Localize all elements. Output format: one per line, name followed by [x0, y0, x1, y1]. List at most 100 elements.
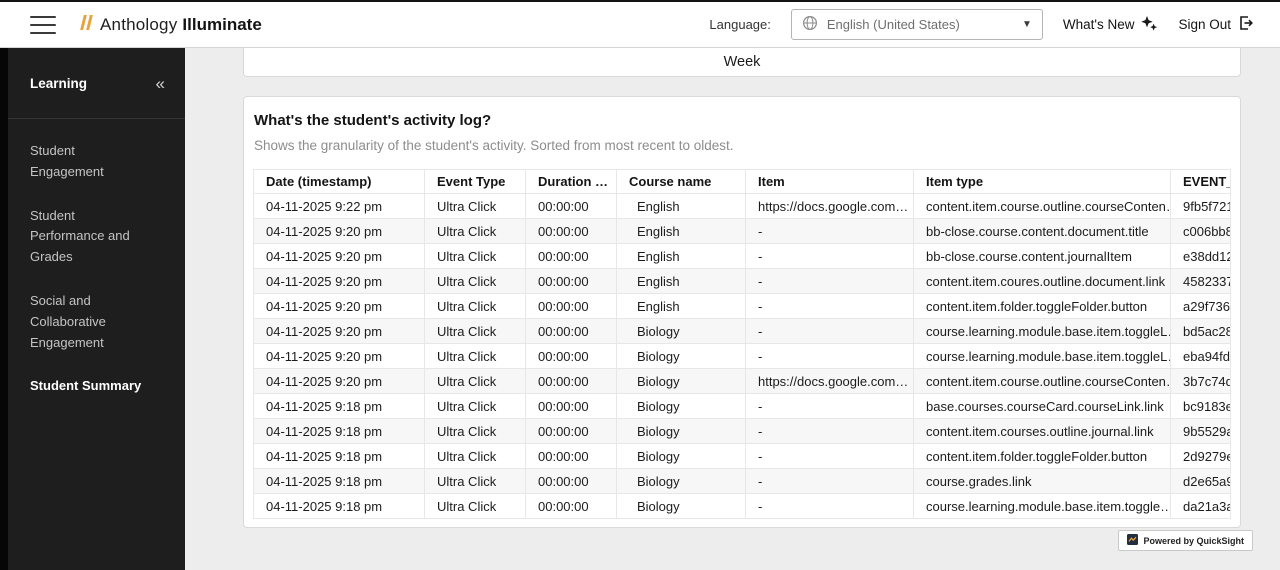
column-header[interactable]: Date (timestamp)	[254, 170, 425, 194]
table-cell: English	[617, 269, 746, 294]
table-cell: bb-close.course.content.document.title	[914, 219, 1171, 244]
quicksight-logo-icon	[1127, 534, 1138, 547]
table-cell: -	[746, 469, 914, 494]
activity-table-wrap[interactable]: Date (timestamp)Event TypeDuration …Cour…	[253, 169, 1231, 519]
top-bar: Anthology Illuminate Language: English (…	[0, 0, 1280, 48]
column-header[interactable]: Item type	[914, 170, 1171, 194]
sidebar-title: Learning	[30, 76, 87, 91]
card-subtitle: Shows the granularity of the student's a…	[254, 138, 1231, 153]
table-cell: Ultra Click	[425, 394, 526, 419]
table-cell: 00:00:00	[526, 294, 617, 319]
brand-name-anthology: Anthology	[100, 15, 177, 35]
table-cell: 00:00:00	[526, 369, 617, 394]
table-cell: c006bb88	[1171, 219, 1231, 244]
topbar-actions: Language: English (United States) ▼ What…	[709, 9, 1254, 40]
sidebar-item-student-performance-and-grades[interactable]: Student Performance and Grades	[8, 206, 173, 268]
table-cell: 04-11-2025 9:20 pm	[254, 244, 425, 269]
sidebar-item-social-and-collaborative-engagement[interactable]: Social and Collaborative Engagement	[8, 291, 173, 353]
column-header[interactable]: Course name	[617, 170, 746, 194]
column-header[interactable]: Event Type	[425, 170, 526, 194]
whats-new-label: What's New	[1063, 17, 1135, 32]
table-row: 04-11-2025 9:18 pmUltra Click00:00:00Bio…	[254, 419, 1231, 444]
language-label: Language:	[709, 17, 770, 32]
table-cell: bc9183e5	[1171, 394, 1231, 419]
sign-out-button[interactable]: Sign Out	[1178, 15, 1254, 34]
week-axis-label: Week	[724, 54, 761, 70]
table-cell: Biology	[617, 469, 746, 494]
table-row: 04-11-2025 9:20 pmUltra Click00:00:00Bio…	[254, 319, 1231, 344]
table-cell: https://docs.google.com…	[746, 369, 914, 394]
powered-by-quicksight-badge[interactable]: Powered by QuickSight	[1118, 530, 1253, 551]
column-header[interactable]: Item	[746, 170, 914, 194]
table-cell: -	[746, 219, 914, 244]
collapse-sidebar-icon[interactable]: «	[156, 75, 165, 92]
table-cell: Ultra Click	[425, 419, 526, 444]
table-cell: 2d9279e0	[1171, 444, 1231, 469]
table-cell: course.learning.module.base.item.toggleL…	[914, 344, 1171, 369]
app-root: Anthology Illuminate Language: English (…	[0, 0, 1280, 570]
table-row: 04-11-2025 9:20 pmUltra Click00:00:00Eng…	[254, 269, 1231, 294]
column-header[interactable]: Duration …	[526, 170, 617, 194]
table-cell: course.learning.module.base.item.toggle…	[914, 494, 1171, 519]
table-row: 04-11-2025 9:20 pmUltra Click00:00:00Bio…	[254, 344, 1231, 369]
table-cell: Ultra Click	[425, 294, 526, 319]
table-cell: Ultra Click	[425, 244, 526, 269]
table-cell: content.item.course.outline.courseConten…	[914, 194, 1171, 219]
table-cell: -	[746, 294, 914, 319]
table-cell: 3b7c74dl	[1171, 369, 1231, 394]
table-row: 04-11-2025 9:18 pmUltra Click00:00:00Bio…	[254, 444, 1231, 469]
sidebar-item-student-engagement[interactable]: Student Engagement	[8, 141, 173, 183]
language-select[interactable]: English (United States) ▼	[791, 9, 1043, 40]
table-cell: Biology	[617, 419, 746, 444]
table-cell: -	[746, 394, 914, 419]
table-cell: bd5ac280	[1171, 319, 1231, 344]
table-cell: English	[617, 294, 746, 319]
table-cell: Ultra Click	[425, 469, 526, 494]
table-cell: -	[746, 269, 914, 294]
sidebar-header: Learning «	[8, 48, 185, 119]
table-cell: 04-11-2025 9:18 pm	[254, 494, 425, 519]
table-cell: 04-11-2025 9:20 pm	[254, 344, 425, 369]
table-cell: 04-11-2025 9:20 pm	[254, 294, 425, 319]
table-cell: Biology	[617, 319, 746, 344]
table-cell: 00:00:00	[526, 444, 617, 469]
hamburger-menu-button[interactable]	[30, 16, 56, 34]
week-panel: Week	[243, 48, 1241, 77]
table-cell: 00:00:00	[526, 244, 617, 269]
table-cell: Biology	[617, 394, 746, 419]
table-cell: 00:00:00	[526, 344, 617, 369]
table-cell: Ultra Click	[425, 494, 526, 519]
table-cell: 00:00:00	[526, 494, 617, 519]
table-cell: 04-11-2025 9:18 pm	[254, 444, 425, 469]
anthology-logo-icon	[82, 15, 94, 30]
whats-new-link[interactable]: What's New	[1063, 15, 1159, 35]
table-cell: bb-close.course.content.journalItem	[914, 244, 1171, 269]
table-cell: Biology	[617, 344, 746, 369]
table-header-row: Date (timestamp)Event TypeDuration …Cour…	[254, 170, 1231, 194]
activity-table: Date (timestamp)Event TypeDuration …Cour…	[253, 169, 1231, 519]
brand-logo: Anthology Illuminate	[82, 15, 262, 35]
table-cell: 00:00:00	[526, 219, 617, 244]
table-cell: course.grades.link	[914, 469, 1171, 494]
table-cell: 45823371	[1171, 269, 1231, 294]
table-row: 04-11-2025 9:22 pmUltra Click00:00:00Eng…	[254, 194, 1231, 219]
table-cell: 04-11-2025 9:18 pm	[254, 419, 425, 444]
table-row: 04-11-2025 9:18 pmUltra Click00:00:00Bio…	[254, 394, 1231, 419]
sidebar-item-student-summary[interactable]: Student Summary	[8, 376, 173, 397]
table-cell: English	[617, 194, 746, 219]
table-cell: -	[746, 419, 914, 444]
table-cell: content.item.courses.outline.journal.lin…	[914, 419, 1171, 444]
table-cell: 00:00:00	[526, 194, 617, 219]
chevron-down-icon: ▼	[1022, 19, 1032, 30]
table-cell: Ultra Click	[425, 369, 526, 394]
table-cell: 04-11-2025 9:20 pm	[254, 219, 425, 244]
table-cell: 9fb5f721	[1171, 194, 1231, 219]
table-cell: -	[746, 319, 914, 344]
table-cell: Ultra Click	[425, 444, 526, 469]
table-cell: e38dd125	[1171, 244, 1231, 269]
table-cell: da21a3a1	[1171, 494, 1231, 519]
card-title: What's the student's activity log?	[254, 112, 1231, 129]
globe-icon	[802, 15, 818, 34]
table-cell: content.item.folder.toggleFolder.button	[914, 444, 1171, 469]
column-header[interactable]: EVENT_I	[1171, 170, 1231, 194]
